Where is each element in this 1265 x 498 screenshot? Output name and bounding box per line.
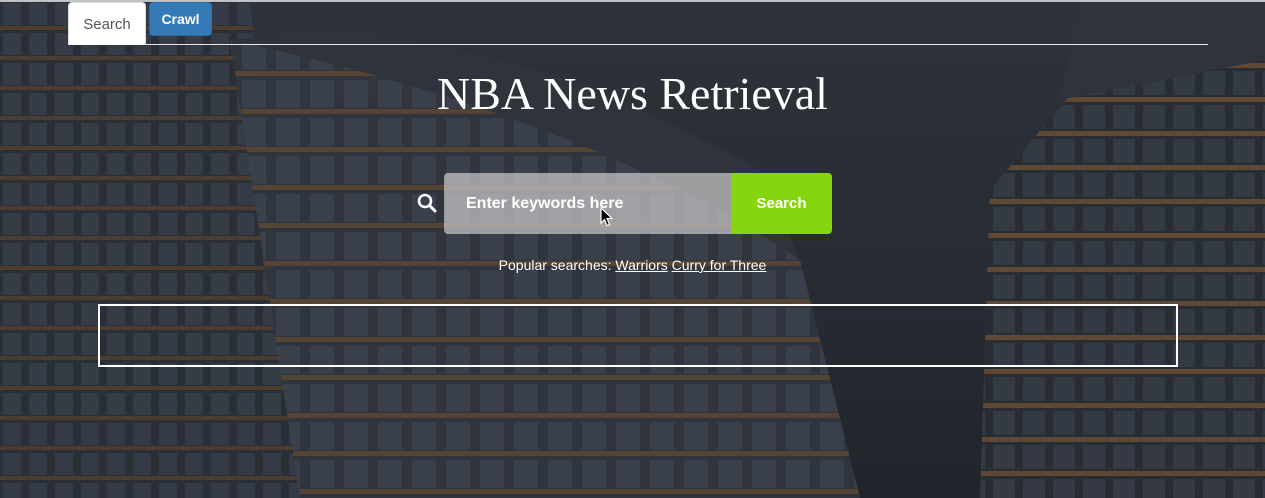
popular-link-curry-for-three[interactable]: Curry for Three <box>672 257 767 273</box>
tab-search[interactable]: Search <box>68 2 146 45</box>
search-icon <box>417 193 437 213</box>
search-input[interactable] <box>444 173 732 234</box>
search-button[interactable]: Search <box>731 173 832 234</box>
popular-searches: Popular searches: Warriors Curry for Thr… <box>0 256 1265 274</box>
tabs-divider <box>68 44 1208 45</box>
mouse-cursor-icon <box>600 207 614 227</box>
page-title: NBA News Retrieval <box>437 68 828 119</box>
tab-crawl-label: Crawl <box>161 11 200 27</box>
popular-searches-label: Popular searches: <box>498 257 612 273</box>
tab-search-label: Search <box>83 15 131 33</box>
tab-crawl[interactable]: Crawl <box>149 2 212 36</box>
page: Search Crawl NBA News Retrieval Search P… <box>0 0 1265 498</box>
results-box <box>98 304 1178 367</box>
popular-link-warriors[interactable]: Warriors <box>615 257 667 273</box>
